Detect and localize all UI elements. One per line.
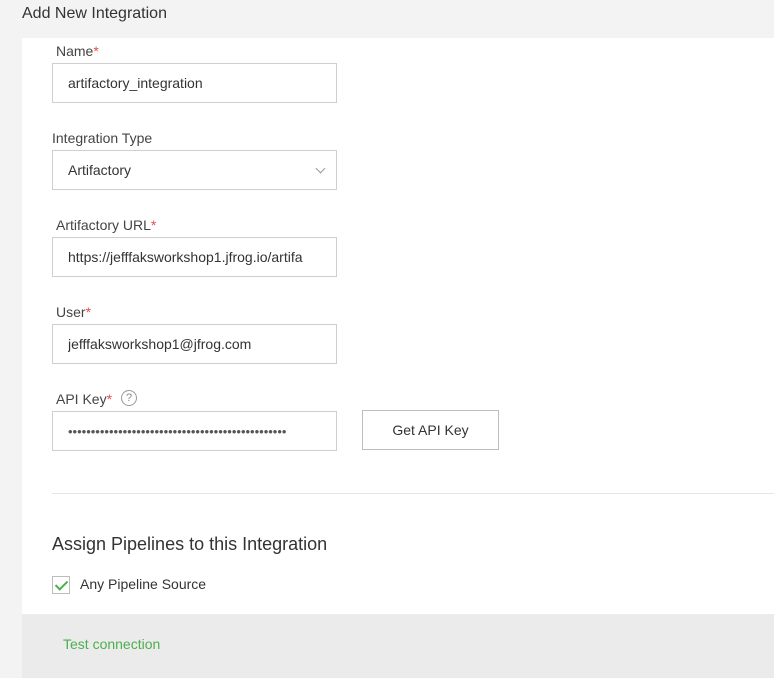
user-label: User* xyxy=(56,303,91,321)
api-key-required-mark: * xyxy=(106,391,113,407)
integration-form-card: Name* Integration Type Artifactory Artif… xyxy=(22,38,774,678)
form-footer: Test connection xyxy=(22,614,774,678)
url-required-mark: * xyxy=(150,217,157,233)
integration-type-value: Artifactory xyxy=(68,162,132,178)
any-pipeline-source-checkbox[interactable] xyxy=(52,576,70,594)
assign-pipelines-title: Assign Pipelines to this Integration xyxy=(52,534,328,554)
get-api-key-button[interactable]: Get API Key xyxy=(362,410,499,450)
user-input[interactable] xyxy=(52,324,337,364)
name-label-text: Name xyxy=(56,43,94,59)
name-required-mark: * xyxy=(93,43,99,59)
section-divider xyxy=(52,493,774,494)
artifactory-url-input[interactable] xyxy=(52,237,337,277)
chevron-down-icon xyxy=(315,163,326,174)
page-title: Add New Integration xyxy=(22,5,167,22)
api-key-input[interactable] xyxy=(52,411,337,451)
url-label-text: Artifactory URL xyxy=(56,217,151,233)
api-key-label: API Key* xyxy=(56,390,112,408)
any-pipeline-source-label[interactable]: Any Pipeline Source xyxy=(80,575,206,593)
checkmark-icon xyxy=(54,577,69,591)
test-connection-link[interactable]: Test connection xyxy=(63,635,160,653)
help-icon[interactable]: ? xyxy=(121,390,137,406)
integration-type-select[interactable]: Artifactory xyxy=(52,150,337,190)
integration-type-label: Integration Type xyxy=(52,130,153,146)
user-required-mark: * xyxy=(85,304,92,320)
name-label: Name* xyxy=(56,42,99,60)
name-input[interactable] xyxy=(52,63,337,103)
user-label-text: User xyxy=(56,304,86,320)
url-label: Artifactory URL* xyxy=(56,216,156,234)
api-key-label-text: API Key xyxy=(56,391,107,407)
